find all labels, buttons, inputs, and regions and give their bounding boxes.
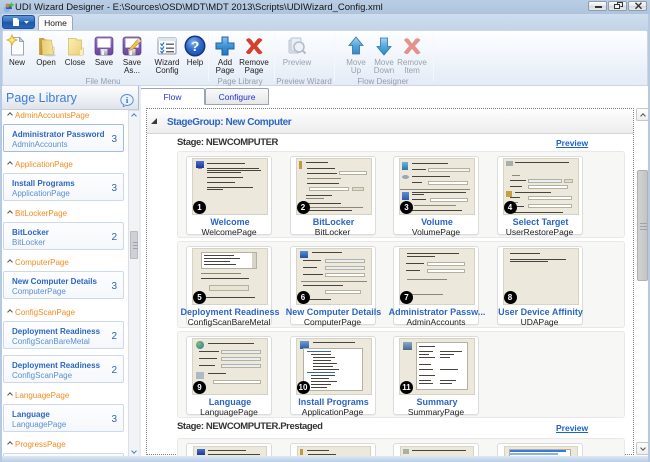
svg-text:?: ? — [191, 38, 200, 54]
